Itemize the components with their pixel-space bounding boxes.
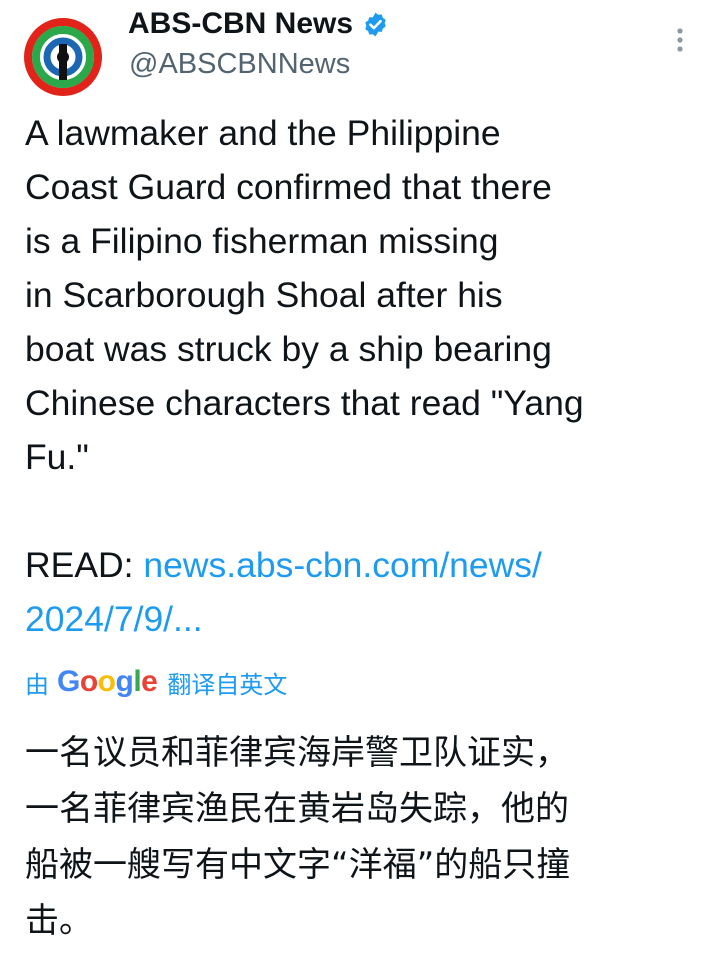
translated-tweet-text: 一名议员和菲律宾海岸警卫队证实， 一名菲律宾渔民在黄岩岛失踪，他的 船被一艘写有…	[25, 733, 571, 941]
more-options-icon[interactable]	[665, 24, 695, 60]
read-link-block: READ: news.abs-cbn.com/news/ 2024/7/9/..…	[25, 538, 695, 646]
abs-cbn-logo-icon[interactable]	[20, 14, 106, 100]
verified-badge-icon	[362, 11, 389, 38]
google-logo: Google	[57, 665, 158, 698]
tweet-body-text: A lawmaker and the Philippine Coast Guar…	[25, 113, 584, 477]
read-label: READ:	[25, 545, 144, 585]
tweet-header: ABS-CBN News @ABSCBNNews	[0, 0, 720, 100]
translation-prefix: 由	[25, 670, 49, 699]
author-display-name[interactable]: ABS-CBN News	[128, 7, 353, 41]
author-name-row[interactable]: ABS-CBN News	[128, 4, 389, 44]
translation-suffix: 翻译自英文	[167, 670, 288, 699]
translation-attribution[interactable]: 由 Google 翻译自英文	[25, 660, 287, 704]
author-handle[interactable]: @ABSCBNNews	[129, 48, 350, 81]
